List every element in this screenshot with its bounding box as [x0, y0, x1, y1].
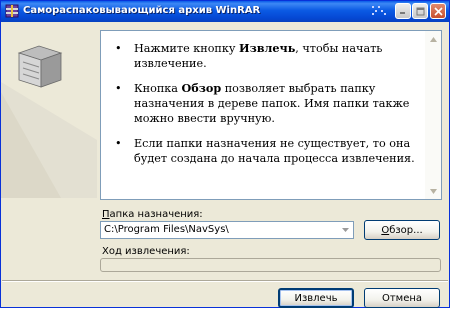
bullet-glyph: •	[115, 42, 122, 55]
maximize-icon	[416, 7, 424, 15]
footer-divider	[2, 280, 448, 282]
bullet-glyph: •	[115, 82, 122, 95]
combobox-dropdown-button[interactable]	[338, 223, 352, 237]
instructions-panel: • Нажмите кнопку Извлечь, чтобы начать и…	[100, 30, 442, 200]
title-bar[interactable]: Самораспаковывающийся архив WinRAR	[1, 1, 449, 22]
close-icon	[433, 6, 443, 16]
minimize-icon	[400, 12, 405, 14]
maximize-button[interactable]	[412, 3, 428, 19]
instruction-item: • Нажмите кнопку Извлечь, чтобы начать и…	[115, 41, 383, 70]
extraction-progress-bar	[100, 258, 441, 272]
minimize-button[interactable]	[395, 3, 411, 19]
archive-box-icon	[1, 45, 97, 198]
browse-button[interactable]: Обзор...	[364, 220, 440, 240]
destination-path-value[interactable]: C:\Program Files\NavSys\	[104, 224, 229, 235]
close-button[interactable]	[430, 3, 446, 19]
archive-illustration-panel	[1, 22, 97, 198]
sfx-dialog-window: Самораспаковывающийся архив WinRAR • Наж…	[0, 0, 450, 308]
scroll-down-icon	[429, 188, 437, 194]
activity-dots-icon	[372, 6, 386, 15]
instruction-item: • Кнопка Обзор позволяет выбрать папку н…	[115, 81, 410, 125]
cancel-button[interactable]: Отмена	[364, 288, 440, 308]
scroll-up-icon	[429, 36, 437, 42]
extraction-progress-label: Ход извлечения:	[102, 246, 190, 257]
scroll-down-button[interactable]	[425, 183, 441, 199]
chevron-down-icon	[341, 228, 349, 232]
instruction-item: • Если папки назначения не существует, т…	[115, 137, 415, 165]
extract-button[interactable]: Извлечь	[278, 288, 354, 308]
vertical-scrollbar[interactable]	[425, 31, 441, 199]
destination-folder-label: Папка назначения:	[102, 209, 203, 220]
scroll-up-button[interactable]	[425, 31, 441, 47]
instructions-list: • Нажмите кнопку Извлечь, чтобы начать и…	[115, 41, 421, 176]
bullet-glyph: •	[115, 137, 122, 150]
winrar-app-icon	[5, 4, 19, 18]
window-title: Самораспаковывающийся архив WinRAR	[23, 5, 261, 16]
destination-path-combobox[interactable]: C:\Program Files\NavSys\	[100, 221, 354, 239]
